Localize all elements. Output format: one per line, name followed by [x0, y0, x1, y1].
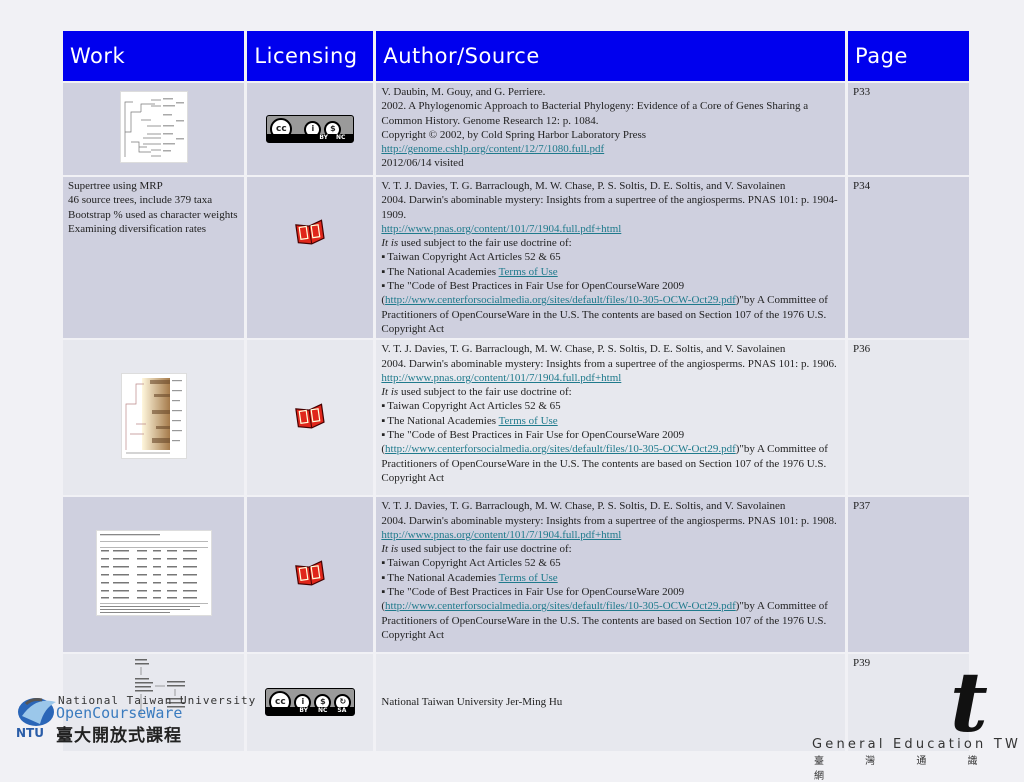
- source-citation: 2004. Darwin's abominable mystery: Insig…: [381, 357, 837, 370]
- license-cell: cc i $ BY NC: [247, 83, 374, 175]
- license-cell: [247, 177, 374, 339]
- fair-use-bullet: ▪ Taiwan Copyright Act Articles 52 & 65: [381, 400, 561, 413]
- fair-use-book-icon[interactable]: [294, 558, 327, 588]
- header-page: Page: [848, 31, 969, 81]
- source-cell: V. T. J. Davies, T. G. Barraclough, M. W…: [376, 340, 846, 496]
- fair-use-bullet: ▪ The "Code of Best Practices in Fair Use…: [381, 586, 828, 641]
- phylogenomic-tree-thumbnail[interactable]: [119, 91, 188, 164]
- diversification-table-thumbnail[interactable]: [95, 530, 212, 617]
- ntu-badge: NTU: [16, 726, 44, 740]
- general-education-logo-mark: t: [950, 655, 988, 751]
- source-authors: V. T. J. Davies, T. G. Barraclough, M. W…: [381, 180, 786, 192]
- source-authors: V. T. J. Davies, T. G. Barraclough, M. W…: [381, 500, 786, 513]
- fair-use-bullet: ▪ The National Academies Terms of Use: [381, 414, 558, 427]
- supertree-thumbnail[interactable]: [120, 373, 187, 460]
- table-figure-icon: [99, 534, 208, 614]
- header-work: Work: [63, 31, 245, 81]
- source-cell: V. T. J. Davies, T. G. Barraclough, M. W…: [376, 177, 846, 339]
- source-link[interactable]: http://www.pnas.org/content/101/7/1904.f…: [381, 372, 621, 384]
- header-author-source: Author/Source: [376, 31, 846, 81]
- fair-use-book-icon[interactable]: [294, 401, 327, 431]
- work-cell: [63, 497, 245, 653]
- source-line: 2002. A Phylogenomic Approach to Bacteri…: [381, 100, 809, 127]
- ocw-code-link[interactable]: http://www.centerforsocialmedia.org/site…: [385, 600, 736, 612]
- visited-date: 2012/06/14 visited: [381, 157, 464, 170]
- terms-of-use-link[interactable]: Terms of Use: [499, 572, 558, 584]
- fair-use-bullet: ▪ The National Academies Terms of Use: [381, 571, 558, 584]
- cc-by-nc-sa-badge[interactable]: cc i $ ↻ BY NC SA: [265, 688, 356, 717]
- source-authors: V. T. J. Davies, T. G. Barraclough, M. W…: [381, 343, 786, 356]
- tree-figure-icon: [124, 98, 184, 158]
- ocw-code-link[interactable]: http://www.centerforsocialmedia.org/site…: [385, 443, 736, 455]
- work-cell: Supertree using MRP 46 source trees, inc…: [63, 177, 245, 339]
- table-row: Supertree using MRP 46 source trees, inc…: [63, 177, 969, 339]
- terms-of-use-link[interactable]: Terms of Use: [499, 266, 558, 278]
- table-row: cc i $ BY NC V. Daubin, M. Gouy, and G. …: [63, 83, 969, 175]
- work-cell: [63, 83, 245, 175]
- source-line: V. Daubin, M. Gouy, and G. Perriere.: [381, 86, 546, 98]
- fair-use-bullet: ▪ Taiwan Copyright Act Articles 52 & 65: [381, 557, 561, 570]
- general-education-name: General Education TW: [812, 737, 1022, 752]
- source-link[interactable]: http://genome.cshlp.org/content/12/7/108…: [381, 143, 604, 155]
- cc-label-nc: NC: [317, 707, 328, 715]
- fair-use-bullet: ▪ The "Code of Best Practices in Fair Use…: [381, 280, 828, 335]
- license-cell: [247, 340, 374, 496]
- header-row: Work Licensing Author/Source Page: [63, 31, 969, 81]
- fair-use-bullet: ▪ Taiwan Copyright Act Articles 52 & 65: [381, 251, 561, 264]
- page-cell: P36: [848, 340, 969, 496]
- source-link[interactable]: http://www.pnas.org/content/101/7/1904.f…: [381, 529, 621, 541]
- fair-use-bullet: ▪ The National Academies Terms of Use: [381, 265, 558, 278]
- fair-use-intro: It is used subject to the fair use doctr…: [381, 386, 572, 399]
- work-cell: [63, 340, 245, 496]
- source-citation: 2004. Darwin's abominable mystery: Insig…: [381, 514, 837, 527]
- work-line: Supertree using MRP: [68, 180, 163, 192]
- terms-of-use-link[interactable]: Terms of Use: [499, 415, 558, 427]
- source-cell: V. Daubin, M. Gouy, and G. Perriere. 200…: [376, 83, 846, 175]
- work-line: Bootstrap % used as character weights: [68, 208, 238, 221]
- fair-use-intro: It is used subject to the fair use doctr…: [381, 543, 572, 556]
- cc-by-nc-badge[interactable]: cc i $ BY NC: [266, 115, 355, 143]
- ocw-chinese-name: 臺大開放式課程: [56, 726, 182, 746]
- source-cell: V. T. J. Davies, T. G. Barraclough, M. W…: [376, 497, 846, 653]
- page-cell: P33: [848, 83, 969, 175]
- fair-use-book-icon[interactable]: [294, 217, 327, 247]
- source-link[interactable]: http://www.pnas.org/content/101/7/1904.f…: [381, 223, 621, 235]
- page-cell: P37: [848, 497, 969, 653]
- license-cell: [247, 497, 374, 653]
- ocw-name: OpenCourseWare: [56, 704, 183, 722]
- cc-label-sa: SA: [337, 707, 347, 715]
- work-line: Examining diversification rates: [68, 222, 207, 235]
- cc-label-nc: NC: [335, 133, 346, 141]
- header-licensing: Licensing: [247, 31, 374, 81]
- table-row: V. T. J. Davies, T. G. Barraclough, M. W…: [63, 497, 969, 653]
- ocw-code-link[interactable]: http://www.centerforsocialmedia.org/site…: [385, 294, 736, 306]
- general-education-chinese-name: 臺 灣 通 識 網: [814, 756, 978, 782]
- source-text: National Taiwan University Jer-Ming Hu: [381, 696, 563, 709]
- source-citation: 2004. Darwin's abominable mystery: Insig…: [381, 194, 838, 221]
- cc-label-by: BY: [319, 133, 328, 141]
- fair-use-bullet: ▪ The "Code of Best Practices in Fair Use…: [381, 429, 828, 484]
- source-cell: National Taiwan University Jer-Ming Hu: [376, 654, 846, 751]
- attribution-table: Work Licensing Author/Source Page cc i $…: [60, 29, 972, 753]
- fair-use-intro: It is used subject to the fair use doctr…: [381, 237, 572, 250]
- cc-label-by: BY: [299, 707, 308, 715]
- table-row: V. T. J. Davies, T. G. Barraclough, M. W…: [63, 340, 969, 496]
- page-cell: P34: [848, 177, 969, 339]
- license-cell: cc i $ ↻ BY NC SA: [247, 654, 374, 751]
- work-line: 46 source trees, include 379 taxa: [68, 194, 213, 207]
- source-line: Copyright © 2002, by Cold Spring Harbor …: [381, 128, 647, 141]
- supertree-figure-icon: [125, 378, 182, 454]
